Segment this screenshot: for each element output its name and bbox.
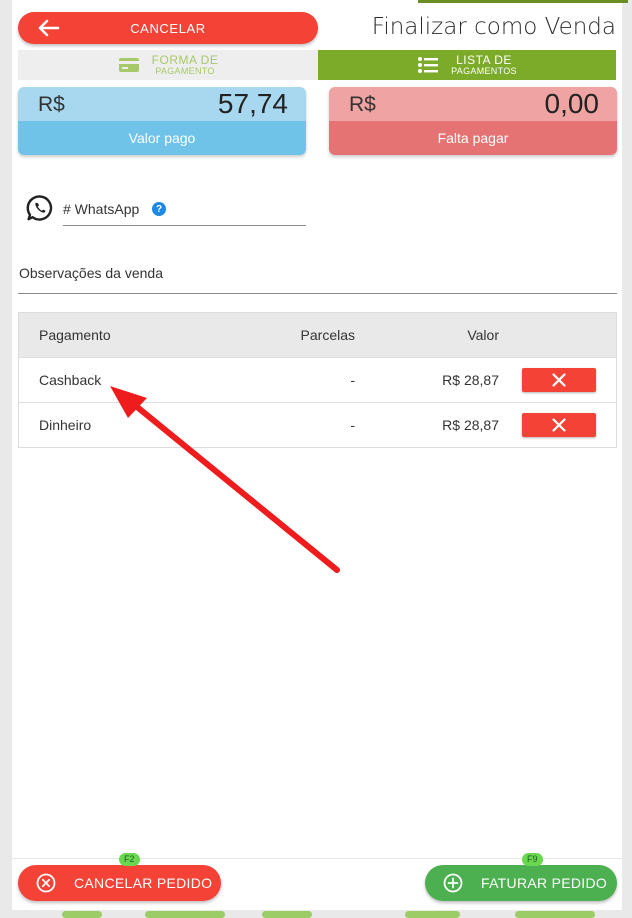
remaining-label: Falta pagar: [437, 130, 509, 146]
remaining-currency: R$: [349, 93, 376, 116]
table-header: Pagamento Parcelas Valor: [19, 313, 616, 357]
tab-payment-list-sublabel: PAGAMENTOS: [451, 66, 517, 76]
add-circle-icon: [443, 873, 463, 893]
header-installments: Parcelas: [300, 327, 355, 343]
tab-payment-list[interactable]: LISTA DE PAGAMENTOS: [318, 50, 616, 80]
cancel-button-label: CANCELAR: [130, 20, 206, 36]
background-element: [145, 911, 225, 918]
tab-payment-method-label: FORMA DE: [151, 53, 219, 67]
background-element: [515, 911, 595, 918]
invoice-order-label: FATURAR PEDIDO: [481, 875, 608, 891]
row-payment: Dinheiro: [39, 417, 92, 433]
paid-currency: R$: [38, 93, 65, 116]
observations-field[interactable]: Observações da venda: [18, 262, 617, 294]
header-value: Valor: [467, 327, 499, 343]
paid-amount: 57,74: [217, 88, 288, 119]
paid-amount-card: R$ 57,74 Valor pago: [18, 87, 306, 155]
page-title: Finalizar como Venda: [371, 14, 616, 40]
row-payment: Cashback: [39, 372, 102, 388]
tab-payment-method-sublabel: PAGAMENTO: [155, 66, 215, 76]
cancel-circle-icon: [36, 873, 56, 893]
remaining-amount: 0,00: [544, 88, 600, 119]
header-payment: Pagamento: [39, 327, 111, 343]
table-row: Cashback - R$ 28,87: [19, 357, 616, 402]
observations-label: Observações da venda: [19, 265, 163, 281]
paid-label: Valor pago: [128, 130, 196, 146]
whatsapp-field[interactable]: # WhatsApp ?: [63, 198, 306, 226]
row-value: R$ 28,87: [442, 372, 499, 388]
background-element: [62, 911, 102, 918]
cancel-order-label: CANCELAR PEDIDO: [74, 875, 213, 891]
whatsapp-label: # WhatsApp: [63, 201, 140, 217]
cancel-order-button[interactable]: CANCELAR PEDIDO: [18, 865, 221, 901]
top-accent-strip: [418, 0, 628, 3]
close-icon: [552, 418, 566, 432]
close-icon: [552, 373, 566, 387]
shortcut-badge-f2: F2: [119, 853, 140, 866]
arrow-left-icon: [38, 19, 60, 37]
whatsapp-icon: [26, 195, 53, 221]
remove-payment-button[interactable]: [522, 368, 596, 392]
row-value: R$ 28,87: [442, 417, 499, 433]
list-icon: [418, 57, 439, 73]
shortcut-badge-f9: F9: [522, 853, 543, 866]
row-installments: -: [350, 417, 355, 433]
background-element: [262, 911, 312, 918]
table-row: Dinheiro - R$ 28,87: [19, 402, 616, 447]
tab-payment-list-label: LISTA DE: [456, 53, 512, 67]
row-installments: -: [350, 372, 355, 388]
credit-card-icon: [118, 58, 139, 72]
payments-table: Pagamento Parcelas Valor Cashback - R$ 2…: [18, 312, 617, 448]
help-icon[interactable]: ?: [152, 202, 166, 216]
background-element: [405, 911, 460, 918]
remove-payment-button[interactable]: [522, 413, 596, 437]
cancel-button[interactable]: CANCELAR: [18, 12, 318, 44]
tab-payment-method[interactable]: FORMA DE PAGAMENTO: [18, 50, 318, 80]
remaining-amount-card: R$ 0,00 Falta pagar: [329, 87, 617, 155]
invoice-order-button[interactable]: FATURAR PEDIDO: [425, 865, 617, 901]
